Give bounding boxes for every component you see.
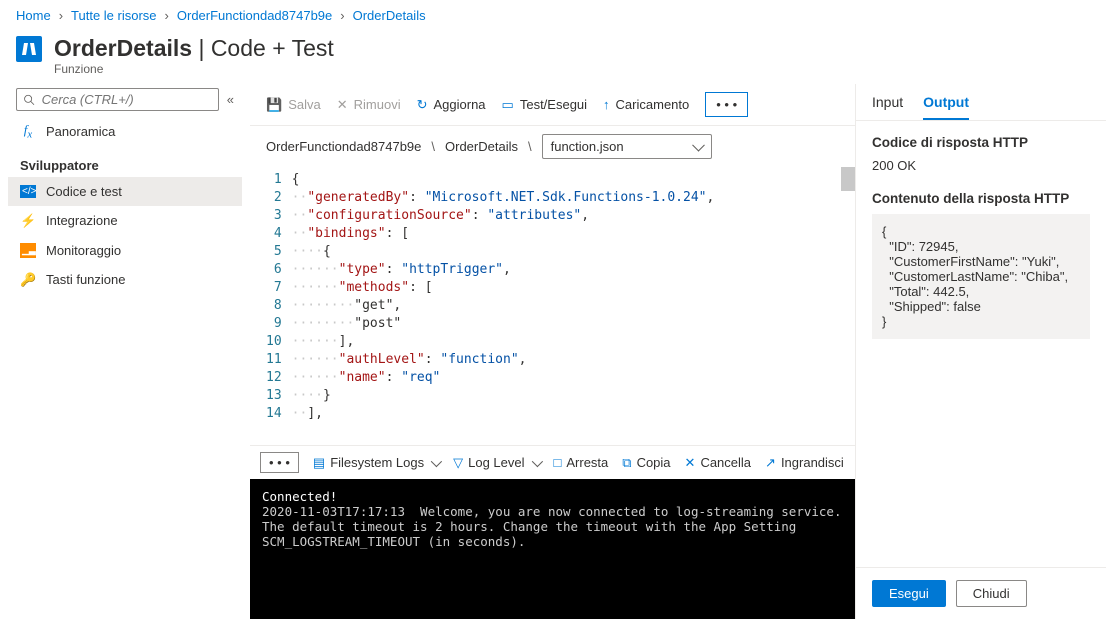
page-title: OrderDetails | Code + Test xyxy=(54,35,334,62)
refresh-icon: ↻ xyxy=(417,97,428,113)
save-icon: 💾 xyxy=(266,97,282,113)
expand-button[interactable]: ↗ Ingrandisci xyxy=(765,455,844,471)
search-input[interactable] xyxy=(16,88,219,111)
nav-section-label: Sviluppatore xyxy=(8,148,242,177)
nav-code-test[interactable]: </> Codice e test xyxy=(8,177,242,206)
more-button[interactable]: • • • xyxy=(705,92,748,117)
response-code-label: Codice di risposta HTTP xyxy=(872,135,1090,150)
panel-tabs: Input Output xyxy=(856,84,1106,121)
overview-icon: fx xyxy=(20,122,36,141)
tab-input[interactable]: Input xyxy=(872,94,903,120)
stop-button[interactable]: □ Arresta xyxy=(554,455,609,470)
code-content[interactable]: { ··"generatedBy": "Microsoft.NET.Sdk.Fu… xyxy=(292,167,855,445)
log-console[interactable]: Connected! 2020-11-03T17:17:13 Welcome, … xyxy=(250,479,855,619)
ellipsis-icon: • • • xyxy=(716,97,737,112)
path-segment: OrderFunctiondad8747b9e xyxy=(266,139,421,154)
sidebar: « fx Panoramica Sviluppatore </> Codice … xyxy=(0,84,250,619)
close-button[interactable]: Chiudi xyxy=(956,580,1027,607)
test-icon: ▭ xyxy=(502,97,514,113)
nav-overview[interactable]: fx Panoramica xyxy=(8,115,242,148)
line-gutter: 1234567891011121314 xyxy=(250,167,292,445)
copy-icon: ⧉ xyxy=(622,455,631,471)
vertical-scrollbar[interactable] xyxy=(841,167,855,191)
search-icon xyxy=(23,93,36,107)
code-editor[interactable]: 1234567891011121314 { ··"generatedBy": "… xyxy=(250,167,855,445)
chevron-right-icon: › xyxy=(340,8,344,23)
collapse-sidebar-button[interactable]: « xyxy=(227,92,234,107)
breadcrumb-item[interactable]: Tutte le risorse xyxy=(71,8,157,23)
page-header: OrderDetails | Code + Test xyxy=(0,31,1106,62)
chevron-down-icon xyxy=(531,455,542,466)
function-icon xyxy=(16,36,42,62)
upload-button[interactable]: ↑ Caricamento xyxy=(603,97,689,112)
file-select[interactable]: function.json xyxy=(542,134,712,159)
log-level-select[interactable]: ▽ Log Level xyxy=(453,455,539,471)
refresh-button[interactable]: ↻ Aggiorna xyxy=(417,97,486,113)
stop-icon: □ xyxy=(554,455,562,470)
logs-icon: ▤ xyxy=(313,455,325,471)
chevron-down-icon xyxy=(431,455,442,466)
nav-function-keys[interactable]: 🔑 Tasti funzione xyxy=(8,265,242,295)
filesystem-logs-select[interactable]: ▤ Filesystem Logs xyxy=(313,455,439,471)
upload-icon: ↑ xyxy=(603,97,610,112)
response-content-value: { "ID": 72945, "CustomerFirstName": "Yuk… xyxy=(872,214,1090,339)
breadcrumb: Home › Tutte le risorse › OrderFunctiond… xyxy=(0,0,1106,31)
test-panel: Input Output Codice di risposta HTTP 200… xyxy=(856,84,1106,619)
code-icon: </> xyxy=(20,185,36,198)
monitor-icon: ▁▃ xyxy=(20,243,36,258)
log-toolbar: • • • ▤ Filesystem Logs ▽ Log Level □ Ar… xyxy=(250,445,855,479)
clear-button[interactable]: ✕ Cancella xyxy=(685,455,752,471)
file-path-bar: OrderFunctiondad8747b9e \ OrderDetails \… xyxy=(250,126,855,167)
ellipsis-icon: • • • xyxy=(269,455,290,470)
expand-icon: ↗ xyxy=(765,455,776,471)
clear-icon: ✕ xyxy=(685,455,696,471)
nav-monitoring[interactable]: ▁▃ Monitoraggio xyxy=(8,236,242,265)
remove-icon: ✕ xyxy=(337,97,348,113)
copy-button[interactable]: ⧉ Copia xyxy=(622,455,670,471)
filter-icon: ▽ xyxy=(453,455,463,471)
run-button[interactable]: Esegui xyxy=(872,580,946,607)
chevron-right-icon: › xyxy=(165,8,169,23)
response-content-label: Contenuto della risposta HTTP xyxy=(872,191,1090,206)
response-code-value: 200 OK xyxy=(872,158,1090,173)
breadcrumb-item[interactable]: OrderDetails xyxy=(353,8,426,23)
key-icon: 🔑 xyxy=(20,272,36,288)
tab-output[interactable]: Output xyxy=(923,94,969,120)
test-run-button[interactable]: ▭ Test/Esegui xyxy=(502,97,588,113)
breadcrumb-item[interactable]: Home xyxy=(16,8,51,23)
editor-toolbar: 💾 Salva ✕ Rimuovi ↻ Aggiorna ▭ Test/Eseg… xyxy=(250,84,855,126)
breadcrumb-item[interactable]: OrderFunctiondad8747b9e xyxy=(177,8,332,23)
save-button[interactable]: 💾 Salva xyxy=(266,97,321,113)
chevron-right-icon: › xyxy=(59,8,63,23)
page-subtitle: Funzione xyxy=(0,62,1106,76)
nav-integration[interactable]: ⚡ Integrazione xyxy=(8,206,242,236)
path-segment: OrderDetails xyxy=(445,139,518,154)
lightning-icon: ⚡ xyxy=(20,213,36,229)
log-more-button[interactable]: • • • xyxy=(260,452,299,473)
remove-button[interactable]: ✕ Rimuovi xyxy=(337,97,401,113)
